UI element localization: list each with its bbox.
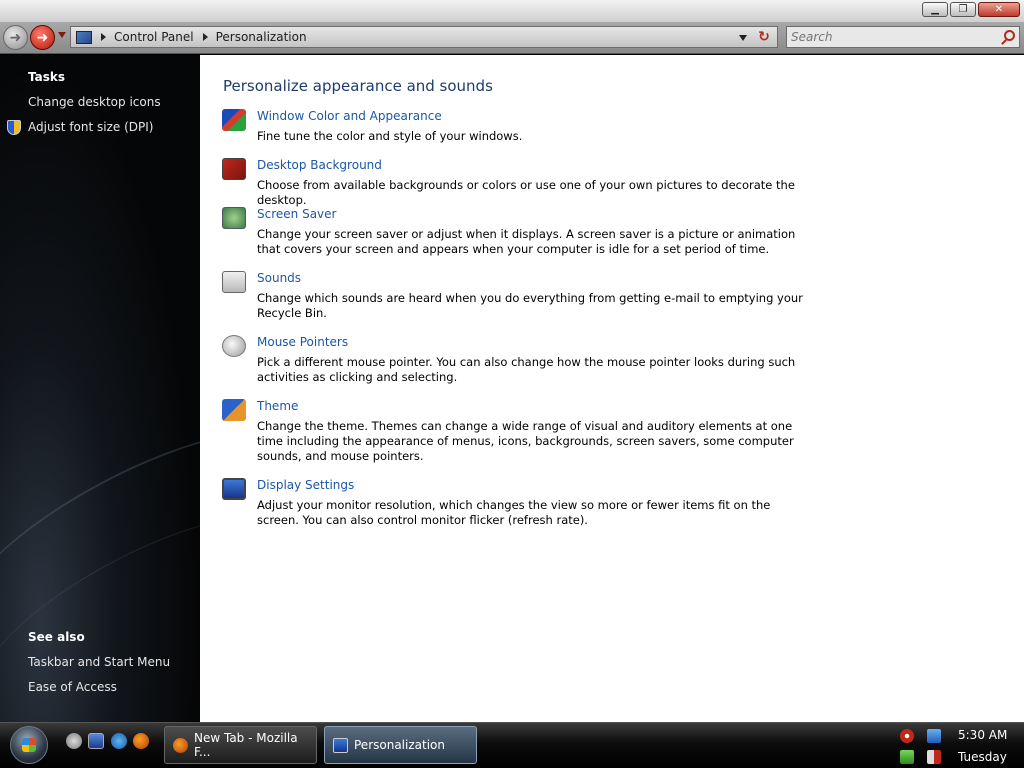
clock-time[interactable]: 5:30 AM bbox=[958, 728, 1007, 742]
search-icon[interactable] bbox=[1004, 30, 1015, 41]
address-bar[interactable]: Control Panel Personalization ↻ bbox=[70, 26, 778, 48]
link-sounds[interactable]: Sounds bbox=[257, 271, 301, 285]
display-icon[interactable] bbox=[222, 478, 246, 500]
link-mouse-pointers[interactable]: Mouse Pointers bbox=[257, 335, 348, 349]
link-screen-saver[interactable]: Screen Saver bbox=[257, 207, 336, 221]
close-button[interactable]: ✕ bbox=[978, 2, 1020, 17]
power-icon[interactable] bbox=[900, 750, 914, 764]
item-description: Pick a different mouse pointer. You can … bbox=[257, 355, 796, 384]
task-adjust-font-size[interactable]: Adjust font size (DPI) bbox=[28, 120, 153, 134]
search-input[interactable] bbox=[787, 30, 987, 44]
title-bar: ▁ ❐ ✕ bbox=[0, 0, 1024, 22]
link-desktop-background[interactable]: Desktop Background bbox=[257, 158, 382, 172]
taskbar-button-label: New Tab - Mozilla F... bbox=[194, 731, 298, 759]
forward-button[interactable]: ➜ bbox=[30, 25, 55, 50]
tasks-heading: Tasks bbox=[28, 70, 66, 84]
link-display-settings[interactable]: Display Settings bbox=[257, 478, 354, 492]
taskbar: New Tab - Mozilla F... Personalization 5… bbox=[0, 722, 1024, 768]
clock-day[interactable]: Tuesday bbox=[958, 750, 1007, 764]
item-description: Change the theme. Themes can change a wi… bbox=[257, 419, 794, 463]
link-theme[interactable]: Theme bbox=[257, 399, 298, 413]
breadcrumb-personalization[interactable]: Personalization bbox=[216, 30, 307, 44]
uac-shield-icon bbox=[7, 120, 21, 135]
breadcrumb-arrow-icon[interactable] bbox=[101, 33, 106, 41]
back-arrow-icon: ➜ bbox=[9, 29, 22, 46]
item-description: Fine tune the color and style of your wi… bbox=[257, 129, 523, 143]
color-palette-icon[interactable] bbox=[222, 109, 246, 131]
screen-saver-icon[interactable] bbox=[222, 207, 246, 229]
recent-pages-dropdown[interactable] bbox=[58, 32, 66, 38]
taskbar-button-firefox[interactable]: New Tab - Mozilla F... bbox=[164, 726, 317, 764]
link-window-color-appearance[interactable]: Window Color and Appearance bbox=[257, 109, 442, 123]
task-pane: Tasks Change desktop icons Adjust font s… bbox=[0, 55, 200, 722]
see-also-ease-of-access[interactable]: Ease of Access bbox=[28, 680, 117, 694]
item-description: Adjust your monitor resolution, which ch… bbox=[257, 498, 771, 527]
network-icon[interactable] bbox=[927, 729, 941, 743]
address-dropdown-icon[interactable] bbox=[739, 35, 747, 41]
page-title: Personalize appearance and sounds bbox=[223, 77, 493, 95]
taskbar-button-label: Personalization bbox=[354, 738, 445, 752]
see-also-heading: See also bbox=[28, 630, 85, 644]
volume-muted-icon[interactable] bbox=[927, 750, 941, 764]
personalization-icon bbox=[333, 737, 348, 753]
refresh-icon[interactable]: ↻ bbox=[755, 29, 773, 45]
control-panel-icon bbox=[76, 30, 92, 44]
item-description: Change your screen saver or adjust when … bbox=[257, 227, 796, 256]
minimize-button[interactable]: ▁ bbox=[922, 2, 948, 17]
forward-arrow-icon: ➜ bbox=[36, 29, 49, 46]
maximize-button[interactable]: ❐ bbox=[950, 2, 976, 17]
switch-windows-icon[interactable] bbox=[88, 733, 104, 749]
firefox-icon[interactable] bbox=[133, 733, 149, 749]
search-box[interactable] bbox=[786, 26, 1020, 48]
taskbar-button-personalization[interactable]: Personalization bbox=[324, 726, 477, 764]
sounds-icon[interactable] bbox=[222, 271, 246, 293]
internet-explorer-icon[interactable] bbox=[111, 733, 127, 749]
mouse-icon[interactable] bbox=[222, 335, 246, 357]
security-alert-icon[interactable] bbox=[900, 729, 914, 743]
main-content: Personalize appearance and sounds Window… bbox=[200, 55, 1024, 722]
theme-icon[interactable] bbox=[222, 399, 246, 421]
navigation-bar: ➜ ➜ Control Panel Personalization ↻ bbox=[0, 22, 1024, 54]
item-description: Choose from available backgrounds or col… bbox=[257, 178, 795, 207]
breadcrumb-arrow-icon[interactable] bbox=[202, 33, 208, 41]
item-description: Change which sounds are heard when you d… bbox=[257, 291, 803, 320]
window-controls: ▁ ❐ ✕ bbox=[922, 2, 1020, 17]
task-change-desktop-icons[interactable]: Change desktop icons bbox=[28, 95, 161, 109]
breadcrumb-control-panel[interactable]: Control Panel bbox=[114, 30, 194, 44]
show-desktop-icon[interactable] bbox=[66, 733, 82, 749]
back-button[interactable]: ➜ bbox=[3, 25, 28, 50]
start-button[interactable] bbox=[10, 726, 48, 764]
see-also-taskbar-start-menu[interactable]: Taskbar and Start Menu bbox=[28, 655, 170, 669]
firefox-icon bbox=[173, 737, 188, 753]
desktop-background-icon[interactable] bbox=[222, 158, 246, 180]
